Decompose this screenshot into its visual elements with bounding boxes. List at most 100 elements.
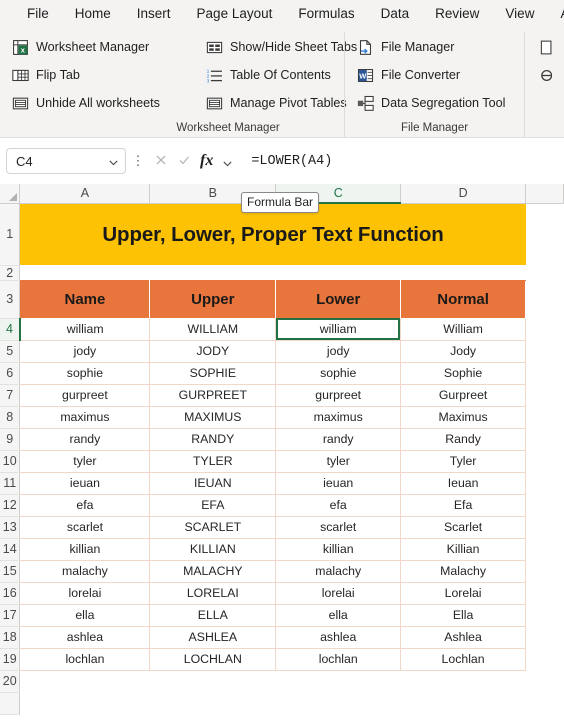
cell-e7[interactable] [525,384,564,406]
cell-d10[interactable]: Tyler [400,450,527,473]
cell-c15[interactable]: malachy [275,560,402,583]
cell-e17[interactable] [525,604,564,626]
cell-a7[interactable]: gurpreet [19,384,151,407]
cell-b2[interactable] [149,265,276,280]
tab-page-layout[interactable]: Page Layout [184,1,286,27]
cell-a15[interactable]: malachy [19,560,151,583]
cell-b4[interactable]: WILLIAM [149,318,277,341]
cell-b10[interactable]: TYLER [149,450,277,473]
cell-e13[interactable] [525,516,564,538]
confirm-icon[interactable] [177,153,191,170]
insert-function-icon[interactable]: fx [200,152,213,170]
row-header-20[interactable]: 20 [0,670,21,693]
name-box[interactable]: C4 [6,148,126,174]
cell-a4[interactable]: william [19,318,151,341]
tab-automate[interactable]: Au [547,1,564,27]
cell-c21[interactable] [275,692,401,714]
ribbon-button-worksheet-manager[interactable]: x Worksheet Manager [8,34,186,60]
cell-e21[interactable] [525,692,564,714]
row-header-8[interactable]: 8 [0,406,21,429]
cell-e18[interactable] [525,626,564,648]
cell-a20[interactable] [19,670,150,692]
cell-e10[interactable] [525,450,564,472]
cell-e15[interactable] [525,560,564,582]
tab-data[interactable]: Data [368,1,423,27]
cell-c9[interactable]: randy [275,428,402,451]
cell-a16[interactable]: lorelai [19,582,151,605]
row-header-13[interactable]: 13 [0,516,21,539]
cell-c20[interactable] [275,670,401,692]
cell-d8[interactable]: Maximus [400,406,527,429]
cell-d2[interactable] [400,265,526,280]
cell-b14[interactable]: KILLIAN [149,538,277,561]
cell-b11[interactable]: IEUAN [149,472,277,495]
row-header-9[interactable]: 9 [0,428,21,451]
cell-c11[interactable]: ieuan [275,472,402,495]
cell-a18[interactable]: ashlea [19,626,151,649]
cell-b17[interactable]: ELLA [149,604,277,627]
column-header-e[interactable] [525,184,564,204]
cell-d9[interactable]: Randy [400,428,527,451]
row-header-4[interactable]: 4 [0,318,21,341]
cell-c12[interactable]: efa [275,494,402,517]
row-header-7[interactable]: 7 [0,384,21,407]
row-header-18[interactable]: 18 [0,626,21,649]
table-header-upper[interactable]: Upper [149,280,277,318]
cell-a9[interactable]: randy [19,428,151,451]
cell-e19[interactable] [525,648,564,670]
cell-e12[interactable] [525,494,564,516]
ribbon-button-flip-tab[interactable]: Flip Tab [8,62,186,88]
cell-a10[interactable]: tyler [19,450,151,473]
cell-e8[interactable] [525,406,564,428]
row-header-17[interactable]: 17 [0,604,21,627]
cell-b15[interactable]: MALACHY [149,560,277,583]
cell-d16[interactable]: Lorelai [400,582,527,605]
cell-e1[interactable] [525,203,564,265]
cell-d6[interactable]: Sophie [400,362,527,385]
row-header-6[interactable]: 6 [0,362,21,385]
cell-d5[interactable]: Jody [400,340,527,363]
cell-c8[interactable]: maximus [275,406,402,429]
cell-d14[interactable]: Killian [400,538,527,561]
cell-c7[interactable]: gurpreet [275,384,402,407]
cell-e11[interactable] [525,472,564,494]
cell-d17[interactable]: Ella [400,604,527,627]
cell-e3[interactable] [525,280,564,318]
cell-c18[interactable]: ashlea [275,626,402,649]
cell-a2[interactable] [19,265,150,280]
row-header-11[interactable]: 11 [0,472,21,495]
tab-formulas[interactable]: Formulas [285,1,367,27]
cell-a14[interactable]: killian [19,538,151,561]
cell-e2[interactable] [525,265,564,280]
cell-d20[interactable] [400,670,526,692]
tab-home[interactable]: Home [62,1,124,27]
cell-a11[interactable]: ieuan [19,472,151,495]
cell-a13[interactable]: scarlet [19,516,151,539]
cell-c2[interactable] [275,265,401,280]
cell-b13[interactable]: SCARLET [149,516,277,539]
ribbon-button-partial-1[interactable] [533,34,556,60]
more-options-icon[interactable]: ⋮ [131,153,145,169]
row-header-19[interactable]: 19 [0,648,21,671]
cell-e4[interactable] [525,318,564,340]
cell-d15[interactable]: Malachy [400,560,527,583]
cell-b6[interactable]: SOPHIE [149,362,277,385]
cell-d18[interactable]: Ashlea [400,626,527,649]
tab-insert[interactable]: Insert [124,1,184,27]
cell-c17[interactable]: ella [275,604,402,627]
ribbon-button-file-converter[interactable]: W File Converter [353,62,516,88]
row-header-2[interactable]: 2 [0,265,21,281]
row-header-10[interactable]: 10 [0,450,21,473]
cell-c19[interactable]: lochlan [275,648,402,671]
cell-e6[interactable] [525,362,564,384]
cell-b8[interactable]: MAXIMUS [149,406,277,429]
table-header-normal[interactable]: Normal [400,280,527,318]
row-header-1[interactable]: 1 [0,203,21,266]
cell-a8[interactable]: maximus [19,406,151,429]
ribbon-button-show-hide-sheet-tabs[interactable]: Show/Hide Sheet Tabs [202,34,357,60]
ribbon-button-table-of-contents[interactable]: 1 2 3 Table Of Contents [202,62,336,88]
ribbon-button-data-segregation-tool[interactable]: Data Segregation Tool [353,90,516,116]
cell-b5[interactable]: JODY [149,340,277,363]
cell-b12[interactable]: EFA [149,494,277,517]
table-header-name[interactable]: Name [19,280,151,318]
